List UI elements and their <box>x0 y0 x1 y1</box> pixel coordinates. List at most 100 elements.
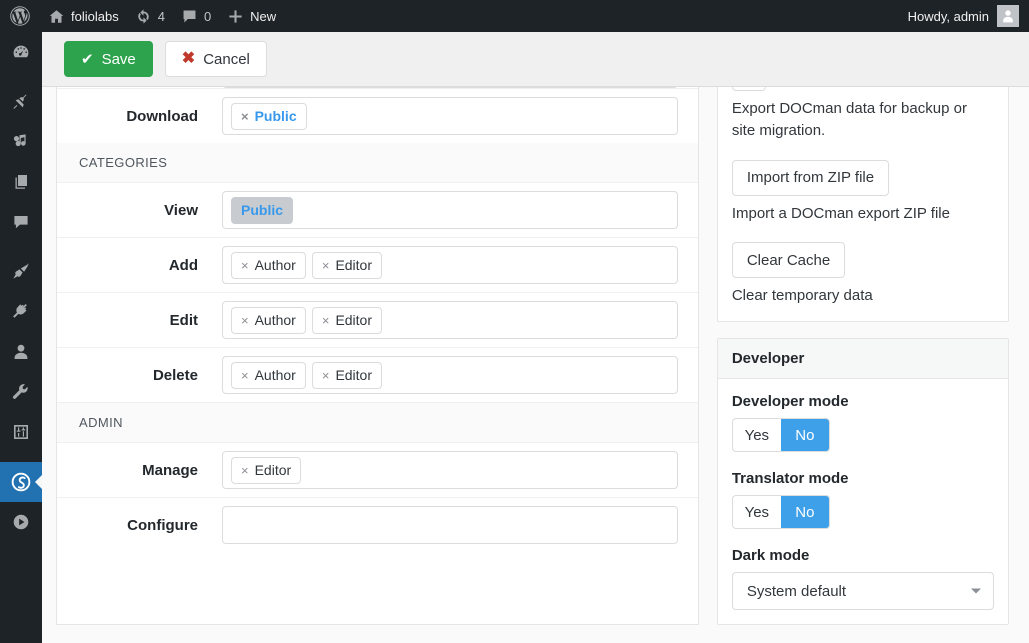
sidebar-item-media-player[interactable] <box>0 502 42 542</box>
import-zip-button[interactable]: Import from ZIP file <box>731 159 890 196</box>
permission-tag[interactable]: × Public <box>231 102 307 130</box>
export-description: Export DOCman data for backup or site mi… <box>731 100 967 139</box>
wordpress-logo-icon <box>10 6 30 26</box>
permission-tag[interactable]: Public <box>231 196 294 224</box>
permission-tag-input[interactable]: × Editor <box>222 451 678 489</box>
dark-mode-select[interactable]: System default <box>731 572 994 610</box>
updates-icon <box>135 8 152 25</box>
permission-tag[interactable]: × Editor <box>231 456 302 484</box>
howdy-label: Howdy, admin <box>907 8 989 24</box>
permission-row: Configure <box>57 498 698 552</box>
translator-mode-option-no[interactable]: No <box>780 496 829 528</box>
cancel-button-label: Cancel <box>203 50 250 68</box>
permission-tag-label: Editor <box>335 367 373 383</box>
remove-tag-icon[interactable]: × <box>322 314 330 327</box>
account-menu[interactable]: Howdy, admin <box>908 5 1029 27</box>
section-header: ADMIN <box>57 403 698 443</box>
developer-panel-title: Developer <box>717 339 1008 379</box>
permission-tag[interactable]: × Editor <box>311 251 383 279</box>
new-content-button[interactable]: New <box>219 0 284 32</box>
developer-panel: Developer Developer mode Yes No Translat… <box>716 338 1009 625</box>
wordpress-logo-button[interactable] <box>0 0 40 32</box>
permission-tag-input[interactable]: Public <box>222 191 678 229</box>
pages-icon <box>11 172 31 192</box>
clear-cache-button[interactable]: Clear Cache <box>731 242 846 279</box>
sidebar-item-settings[interactable] <box>0 412 42 452</box>
checkmark-icon: ✔ <box>81 50 94 68</box>
dark-mode-field: Dark mode System default <box>731 547 994 610</box>
permission-row: Edit × Author × Editor <box>57 293 698 348</box>
sidebar-item-posts[interactable] <box>0 82 42 122</box>
x-mark-icon: ✖ <box>181 50 196 67</box>
updates-button[interactable]: 4 <box>127 0 173 32</box>
permission-tag[interactable]: × Author <box>231 361 306 389</box>
translator-mode-toggle[interactable]: Yes No <box>731 495 830 529</box>
comment-bubble-icon <box>11 212 31 232</box>
comments-button[interactable]: 0 <box>173 0 219 32</box>
remove-tag-icon[interactable]: × <box>241 314 249 327</box>
sidebar-separator <box>0 452 42 462</box>
content-area: Download × Public CATEGORIES View Public Add ×… <box>42 87 1029 643</box>
avatar <box>997 5 1019 27</box>
dashboard-icon <box>11 42 31 62</box>
paintbrush-icon <box>11 262 31 282</box>
sidebar-item-appearance[interactable] <box>0 252 42 292</box>
remove-tag-icon[interactable]: × <box>322 259 330 272</box>
developer-mode-label: Developer mode <box>731 393 849 410</box>
site-name-button[interactable]: foliolabs <box>40 0 127 32</box>
sidebar-item-pages[interactable] <box>0 162 42 202</box>
permission-row-label: Add <box>168 256 198 274</box>
permission-tag-input[interactable]: × Author × Editor <box>222 301 678 339</box>
save-button-label: Save <box>101 50 136 68</box>
permission-row-label: Delete <box>152 366 198 384</box>
plus-icon <box>227 8 244 25</box>
two-column-layout: Download × Public CATEGORIES View Public Add ×… <box>42 87 1029 625</box>
permission-tag[interactable]: × Author <box>231 251 306 279</box>
tools-panel: Export DOCman data for backup or site mi… <box>716 87 1009 322</box>
translator-mode-option-yes[interactable]: Yes <box>733 496 781 528</box>
sidebar-item-tools[interactable] <box>0 372 42 412</box>
developer-mode-toggle[interactable]: Yes No <box>731 418 830 452</box>
play-circle-icon <box>11 512 31 532</box>
sidebar-item-media[interactable] <box>0 122 42 162</box>
developer-mode-option-no[interactable]: No <box>780 419 829 451</box>
user-icon <box>11 342 31 362</box>
permission-row-label: Configure <box>127 516 198 534</box>
sidebar-separator <box>0 72 42 82</box>
save-button[interactable]: ✔ Save <box>64 41 153 77</box>
permission-tag-label: Author <box>254 367 296 383</box>
developer-mode-field: Developer mode Yes No <box>731 393 994 452</box>
translator-mode-field: Translator mode Yes No <box>731 470 994 529</box>
sidebar-item-docman[interactable] <box>0 462 42 502</box>
permission-tag-label: Public <box>254 108 297 124</box>
permission-tag[interactable]: × Editor <box>311 306 383 334</box>
developer-mode-option-yes[interactable]: Yes <box>733 419 781 451</box>
sidebar-item-comments[interactable] <box>0 202 42 242</box>
clipped-row-field[interactable] <box>222 87 678 88</box>
sidebar-item-dashboard[interactable] <box>0 32 42 72</box>
chevron-down-icon <box>971 588 981 594</box>
permission-tag-input[interactable]: × Author × Editor <box>222 356 678 394</box>
permission-tag[interactable]: × Editor <box>311 361 383 389</box>
sidebar-item-users[interactable] <box>0 332 42 372</box>
docman-spiral-icon <box>10 471 32 493</box>
permission-tag-input[interactable] <box>222 506 678 544</box>
permission-tag[interactable]: × Author <box>231 306 306 334</box>
comments-icon <box>181 8 198 25</box>
wrench-icon <box>11 382 31 402</box>
permission-row-label: Manage <box>142 461 198 479</box>
permission-tag-label: Public <box>241 202 284 218</box>
permission-tag-input[interactable]: × Public <box>222 97 678 135</box>
sidebar-item-plugins[interactable] <box>0 292 42 332</box>
cancel-button[interactable]: ✖ Cancel <box>164 41 267 77</box>
permission-row-label: Edit <box>169 311 198 329</box>
translator-mode-label: Translator mode <box>731 470 849 487</box>
pin-icon <box>11 92 31 112</box>
permission-tag-input[interactable]: × Author × Editor <box>222 246 678 284</box>
export-button[interactable] <box>731 87 766 91</box>
remove-tag-icon[interactable]: × <box>322 369 330 382</box>
remove-tag-icon[interactable]: × <box>241 259 249 272</box>
remove-tag-icon[interactable]: × <box>241 464 249 477</box>
remove-tag-icon[interactable]: × <box>241 110 249 123</box>
remove-tag-icon[interactable]: × <box>241 369 249 382</box>
